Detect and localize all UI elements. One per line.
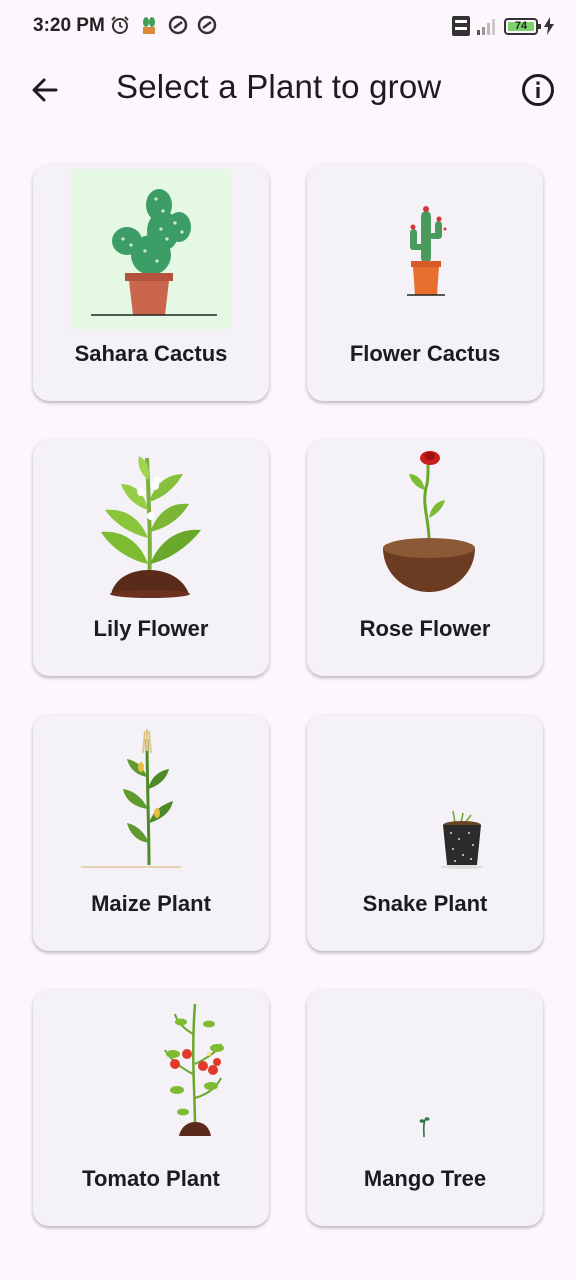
signal-icon — [477, 19, 495, 35]
plant-card-label: Flower Cactus — [349, 341, 501, 366]
plant-card-maize-plant[interactable]: Maize Plant — [33, 715, 269, 951]
back-button[interactable] — [26, 70, 66, 110]
plant-card-label: Sahara Cactus — [74, 341, 228, 366]
battery-icon: 74 — [504, 17, 541, 35]
page-title: Select a Plant to grow — [116, 68, 442, 105]
arrow-left-icon — [32, 78, 58, 102]
system-icons: 74 — [452, 16, 554, 36]
snake-plant-illustration — [440, 810, 484, 869]
app-notification-icon — [197, 15, 217, 35]
plant-card-flower-cactus[interactable]: Flower Cactus — [307, 165, 543, 401]
app-bar: Select a Plant to grow — [0, 56, 576, 122]
notification-icons — [110, 15, 217, 35]
maize-plant-illustration — [81, 729, 181, 868]
plant-notification-icon — [143, 17, 155, 34]
plant-card-label: Maize Plant — [91, 891, 211, 916]
battery-level: 74 — [514, 19, 528, 32]
plant-card-sahara-cactus[interactable]: Sahara Cactus — [33, 165, 269, 401]
plant-card-label: Rose Flower — [359, 616, 491, 641]
sahara-cactus-illustration — [71, 169, 231, 329]
mango-sprout-illustration — [419, 1117, 430, 1138]
plant-card-label: Tomato Plant — [82, 1166, 220, 1191]
alarm-icon — [111, 16, 129, 34]
tomato-plant-illustration — [164, 1003, 224, 1136]
charging-icon — [544, 17, 554, 35]
plant-card-rose-flower[interactable]: Rose Flower — [307, 440, 543, 676]
plant-card-label: Lily Flower — [93, 616, 209, 641]
info-icon — [522, 74, 554, 106]
volte-icon — [452, 16, 470, 36]
flower-cactus-illustration — [407, 206, 447, 296]
rose-flower-illustration — [383, 451, 475, 592]
plant-card-mango-tree[interactable]: Mango Tree — [307, 990, 543, 1226]
plant-card-label: Snake Plant — [362, 891, 488, 916]
plant-card-label: Mango Tree — [363, 1166, 487, 1191]
plant-card-snake-plant[interactable]: Snake Plant — [307, 715, 543, 951]
status-bar: 3:20 PM 74 — [0, 0, 576, 56]
info-button[interactable] — [518, 70, 558, 110]
plant-card-lily-flower[interactable]: Lily Flower — [33, 440, 269, 676]
plant-card-tomato-plant[interactable]: Tomato Plant — [33, 990, 269, 1226]
app-notification-icon — [168, 15, 188, 35]
status-time: 3:20 PM — [33, 15, 105, 36]
lily-flower-illustration — [101, 456, 201, 598]
